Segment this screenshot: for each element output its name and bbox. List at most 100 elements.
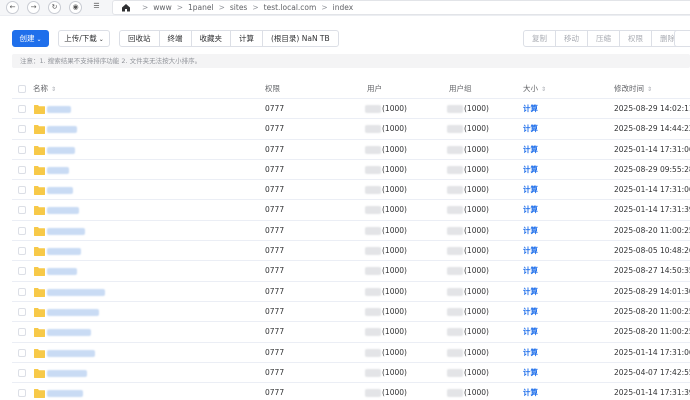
move-button[interactable]: 移动 [556, 31, 588, 46]
forward-icon[interactable]: → [27, 1, 40, 14]
calculate-size-link[interactable]: 计算 [523, 119, 538, 139]
calculate-size-link[interactable]: 计算 [523, 282, 538, 302]
table-row[interactable]: 0777 (1000) (1000) 计算 2025-08-29 14:02:11 [12, 99, 690, 120]
row-checkbox[interactable] [18, 307, 26, 316]
calculate-size-link[interactable]: 计算 [523, 140, 538, 160]
table-row[interactable]: 0777 (1000) (1000) 计算 2025-08-20 11:00:25 [12, 322, 690, 343]
back-icon[interactable]: ← [6, 1, 19, 14]
row-checkbox[interactable] [18, 328, 26, 337]
calculate-size-link[interactable]: 计算 [523, 99, 538, 119]
refresh-icon[interactable]: ↻ [48, 1, 61, 14]
calculate-size-link[interactable]: 计算 [523, 261, 538, 281]
breadcrumb-1panel[interactable]: 1panel [188, 3, 214, 12]
table-row[interactable]: 0777 (1000) (1000) 计算 2025-01-14 17:31:06 [12, 140, 690, 160]
select-all-checkbox[interactable] [18, 85, 26, 93]
create-button[interactable]: 创建 ⌄ [12, 30, 49, 47]
permission-button[interactable]: 权限 [620, 31, 652, 46]
row-checkbox[interactable] [18, 348, 26, 357]
calculate-size-link[interactable]: 计算 [523, 200, 538, 220]
file-name[interactable] [47, 288, 105, 296]
permission-value[interactable]: 0777 [265, 160, 284, 180]
file-name[interactable] [47, 227, 85, 235]
calculate-size-link[interactable]: 计算 [523, 221, 538, 241]
recycle-bin-button[interactable]: 回收站 [120, 31, 160, 46]
permission-value[interactable]: 0777 [265, 140, 284, 160]
row-checkbox[interactable] [18, 165, 26, 174]
file-name[interactable] [47, 329, 91, 337]
header-size[interactable]: 大小 ⇕ [523, 79, 546, 99]
file-name[interactable] [47, 369, 87, 377]
row-checkbox[interactable] [18, 368, 26, 377]
file-name[interactable] [47, 106, 71, 113]
home-icon[interactable] [121, 3, 131, 12]
table-row[interactable]: 0777 (1000) (1000) 计算 2025-04-07 17:42:55 [12, 363, 690, 384]
file-name[interactable] [47, 349, 95, 357]
row-checkbox[interactable] [18, 287, 26, 296]
table-row[interactable]: 0777 (1000) (1000) 计算 2025-08-05 10:48:26 [12, 241, 690, 262]
row-checkbox[interactable] [18, 226, 26, 235]
compress-button[interactable]: 压缩 [588, 31, 620, 46]
calculate-size-link[interactable]: 计算 [523, 343, 538, 363]
permission-value[interactable]: 0777 [265, 322, 284, 342]
permission-value[interactable]: 0777 [265, 99, 284, 119]
row-checkbox[interactable] [18, 389, 26, 398]
extra-toggle[interactable] [674, 30, 690, 47]
disk-usage-button[interactable]: (根目录) NaN TB [263, 31, 338, 46]
row-checkbox[interactable] [18, 105, 26, 113]
row-checkbox[interactable] [18, 186, 26, 195]
permission-value[interactable]: 0777 [265, 302, 284, 322]
file-name[interactable] [47, 390, 83, 398]
permission-value[interactable]: 0777 [265, 119, 284, 139]
file-name[interactable] [47, 207, 79, 215]
permission-value[interactable]: 0777 [265, 282, 284, 302]
row-checkbox[interactable] [18, 125, 26, 134]
terminal-button[interactable]: 终端 [160, 31, 192, 46]
permission-value[interactable]: 0777 [265, 221, 284, 241]
calculate-size-link[interactable]: 计算 [523, 160, 538, 180]
permission-value[interactable]: 0777 [265, 363, 284, 383]
file-name[interactable] [47, 308, 99, 316]
permission-value[interactable]: 0777 [265, 180, 284, 200]
header-modified[interactable]: 修改时间 ⇕ [614, 79, 652, 99]
permission-value[interactable]: 0777 [265, 261, 284, 281]
table-row[interactable]: 0777 (1000) (1000) 计算 2025-08-20 11:00:25 [12, 221, 690, 242]
breadcrumb-index[interactable]: index [333, 3, 354, 12]
row-checkbox[interactable] [18, 206, 26, 215]
permission-value[interactable]: 0777 [265, 241, 284, 261]
table-row[interactable]: 0777 (1000) (1000) 计算 2025-08-27 14:50:35 [12, 261, 690, 282]
calculate-size-link[interactable]: 计算 [523, 322, 538, 342]
copy-button[interactable]: 复制 [524, 31, 556, 46]
table-row[interactable]: 0777 (1000) (1000) 计算 2025-01-14 17:31:39 [12, 200, 690, 221]
calculate-size-link[interactable]: 计算 [523, 180, 538, 200]
calculate-size-link[interactable]: 计算 [523, 383, 538, 400]
calculate-size-link[interactable]: 计算 [523, 302, 538, 322]
breadcrumb-domain[interactable]: test.local.com [264, 3, 317, 12]
permission-value[interactable]: 0777 [265, 343, 284, 363]
file-name[interactable] [47, 126, 77, 134]
breadcrumb-www[interactable]: www [153, 3, 171, 12]
table-row[interactable]: 0777 (1000) (1000) 计算 2025-08-20 11:00:25 [12, 302, 690, 323]
calculate-size-link[interactable]: 计算 [523, 241, 538, 261]
header-name[interactable]: 名称 ⇕ [33, 79, 56, 99]
calculate-button[interactable]: 计算 [231, 31, 263, 46]
table-row[interactable]: 0777 (1000) (1000) 计算 2025-01-14 17:31:39 [12, 383, 690, 400]
eye-icon[interactable]: ◉ [69, 1, 82, 14]
row-checkbox[interactable] [18, 145, 26, 154]
file-name[interactable] [47, 146, 75, 154]
row-checkbox[interactable] [18, 267, 26, 276]
table-row[interactable]: 0777 (1000) (1000) 计算 2025-01-14 17:31:06 [12, 343, 690, 363]
table-row[interactable]: 0777 (1000) (1000) 计算 2025-08-29 14:01:30 [12, 282, 690, 302]
favorites-button[interactable]: 收藏夹 [192, 31, 231, 46]
file-name[interactable] [47, 268, 77, 276]
permission-value[interactable]: 0777 [265, 383, 284, 400]
file-name[interactable] [47, 248, 81, 256]
menu-icon[interactable]: ☰ [90, 1, 103, 14]
file-name[interactable] [47, 166, 69, 174]
upload-download-button[interactable]: 上传/下载 ⌄ [58, 30, 110, 47]
file-name[interactable] [47, 187, 73, 195]
table-row[interactable]: 0777 (1000) (1000) 计算 2025-08-29 09:55:28 [12, 160, 690, 181]
row-checkbox[interactable] [18, 247, 26, 256]
breadcrumb-sites[interactable]: sites [230, 3, 247, 12]
table-row[interactable]: 0777 (1000) (1000) 计算 2025-08-29 14:44:22 [12, 119, 690, 140]
permission-value[interactable]: 0777 [265, 200, 284, 220]
